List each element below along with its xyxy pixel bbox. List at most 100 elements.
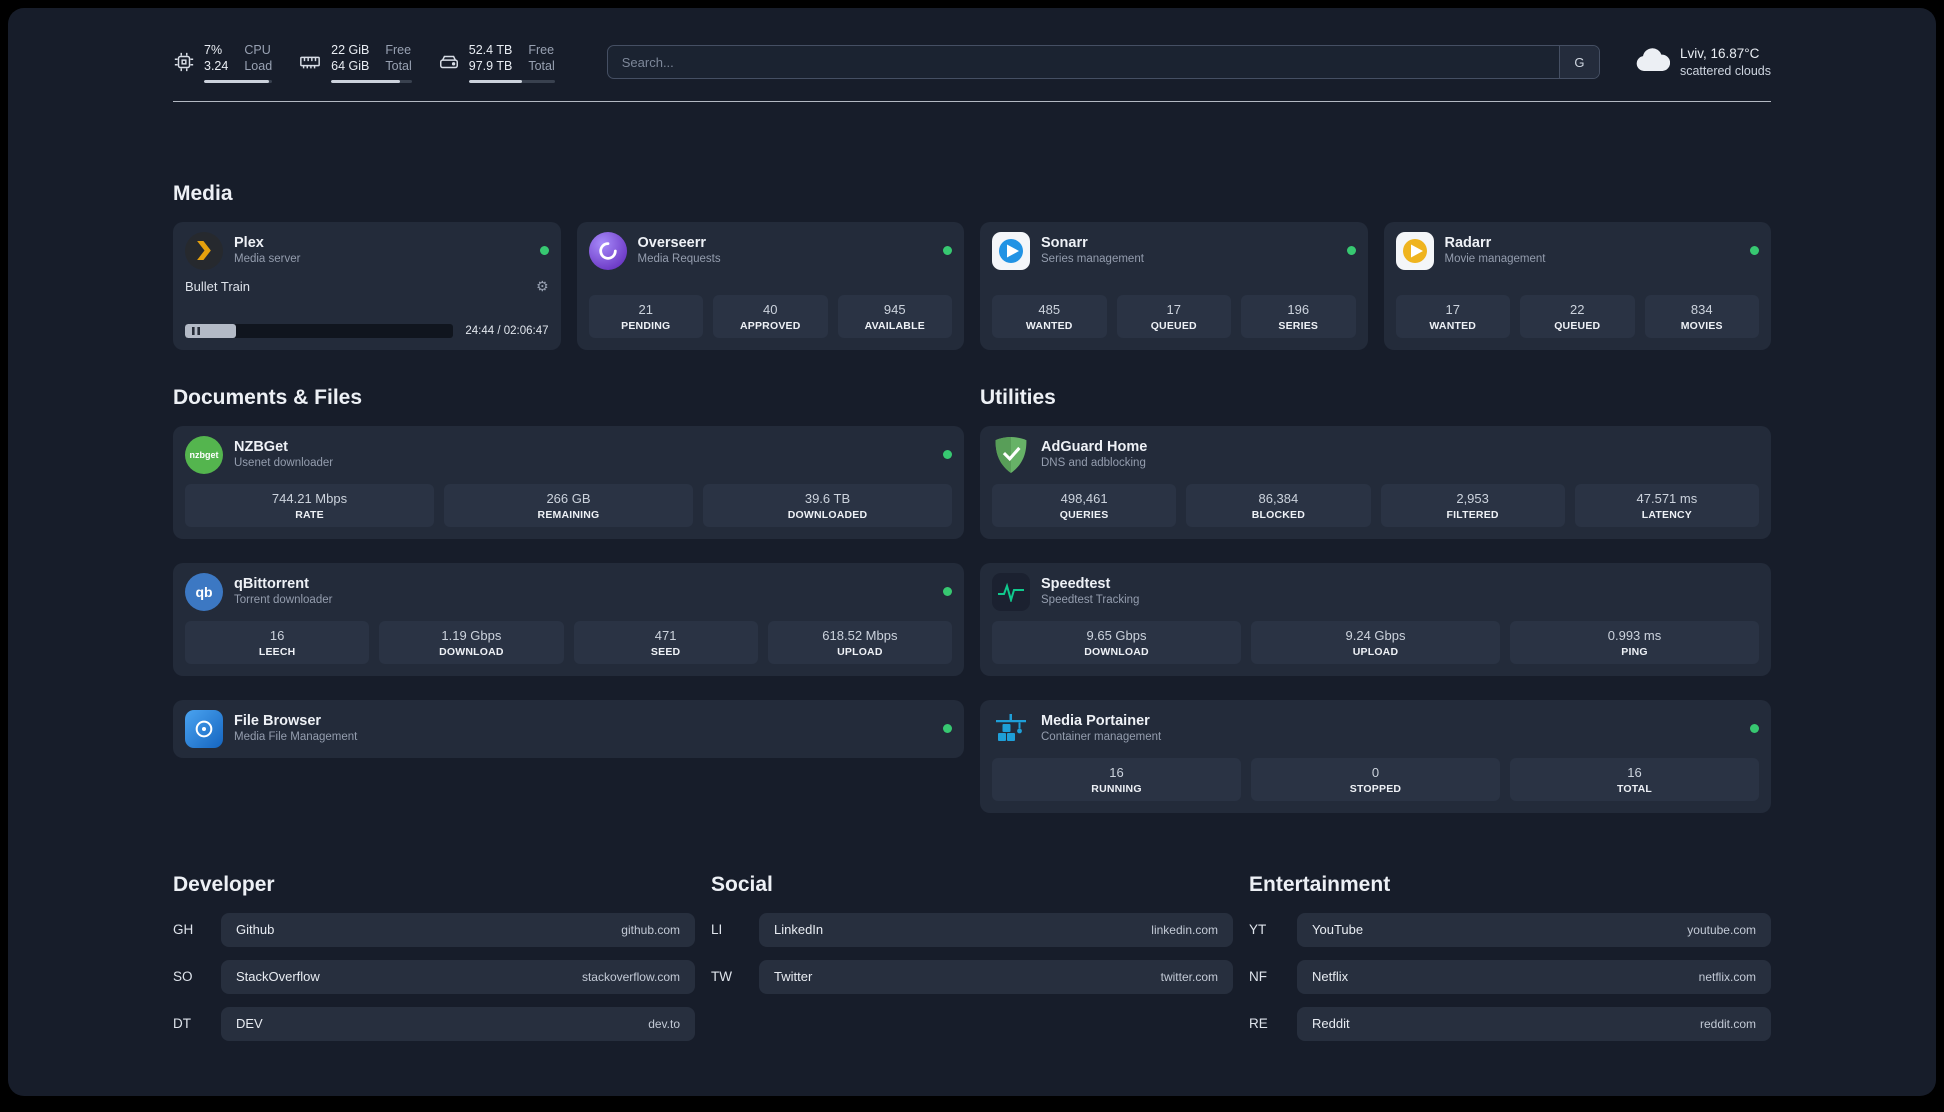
stat-value: 21 (638, 301, 653, 317)
card-plex: Plex Media server Bullet Train ⚙ 24:44 /… (173, 221, 561, 350)
portainer-header[interactable]: Media Portainer Container management (992, 710, 1759, 748)
bookmark-abbr: DT (173, 1016, 191, 1031)
search-input[interactable] (607, 46, 1559, 79)
qbittorrent-stats: 16 LEECH 1.19 Gbps DOWNLOAD 471 SEED 618… (185, 611, 952, 664)
stat-label: RUNNING (1091, 782, 1142, 795)
bookmark-url: github.com (621, 922, 680, 937)
bookmark-row: NF Netflix netflix.com (1249, 959, 1771, 994)
stat-value: 945 (883, 301, 906, 317)
bookmark-youtube[interactable]: YouTube youtube.com (1297, 912, 1771, 947)
stat-label: QUEUED (1554, 319, 1601, 332)
status-dot (943, 724, 952, 733)
status-dot (943, 587, 952, 596)
bookmark-name: StackOverflow (236, 969, 320, 984)
weather-widget: Lviv, 16.87°C scattered clouds (1634, 45, 1771, 80)
stat-label: LEECH (258, 645, 296, 658)
stat-label: DOWNLOADED (787, 508, 868, 521)
stat-label: SEED (650, 645, 681, 658)
bookmark-name: Github (236, 922, 275, 937)
stat-value: 16 (1109, 764, 1124, 780)
sonarr-header[interactable]: Sonarr Series management (992, 231, 1356, 270)
sonarr-icon (992, 231, 1030, 270)
ram-metric: 22 GiB 64 GiB Free Total (298, 42, 412, 83)
app-subtitle: Media server (234, 253, 301, 266)
cpu-icon (173, 51, 195, 73)
status-dot (539, 246, 549, 255)
search-engine-button[interactable]: G (1558, 46, 1599, 79)
plex-now-playing: Bullet Train ⚙ (185, 279, 549, 295)
disk-icon (438, 51, 460, 73)
stat-latency: 47.571 ms LATENCY (1574, 483, 1759, 527)
card-adguard: AdGuard Home DNS and adblocking 498,461 … (980, 425, 1771, 539)
nzbget-icon: nzbget (185, 435, 223, 474)
weather-location: Lviv, 16.87°C (1679, 45, 1760, 61)
adguard-header[interactable]: AdGuard Home DNS and adblocking (992, 436, 1759, 474)
speedtest-header[interactable]: Speedtest Speedtest Tracking (992, 572, 1759, 611)
stat-value: 9.65 Gbps (1086, 627, 1147, 643)
stat-label: PING (1621, 645, 1648, 658)
plex-progress-bar[interactable] (185, 323, 454, 338)
stat-approved: 40 APPROVED (713, 294, 828, 338)
app-subtitle: Speedtest Tracking (1041, 594, 1140, 607)
stat-value: 22 (1570, 301, 1585, 317)
bookmark-stackoverflow[interactable]: StackOverflow stackoverflow.com (221, 959, 695, 994)
app-subtitle: Torrent downloader (234, 594, 333, 607)
overseerr-header[interactable]: Overseerr Media Requests (588, 231, 952, 270)
bookmark-dev[interactable]: DEV dev.to (221, 1006, 695, 1041)
plex-header[interactable]: Plex Media server (185, 231, 549, 270)
stat-value: 40 (763, 301, 778, 317)
stat-label: MOVIES (1680, 319, 1723, 332)
status-dot (943, 246, 952, 255)
app-name: Sonarr (1041, 234, 1088, 251)
status-dot (1750, 724, 1759, 733)
app-name: File Browser (234, 712, 322, 729)
stat-label: APPROVED (739, 319, 801, 332)
radarr-icon (1395, 231, 1434, 270)
bookmark-github[interactable]: Github github.com (221, 912, 695, 947)
stat-stopped: 0 STOPPED (1251, 757, 1500, 801)
disk-metric: 52.4 TB 97.9 TB Free Total (438, 42, 555, 83)
utilities-column: Utilities AdGuard Home DNS and adblockin… (980, 386, 1771, 813)
stat-value: 498,461 (1060, 490, 1108, 506)
documents-column: Documents & Files nzbget NZBGet Usenet d… (173, 386, 964, 813)
pause-icon[interactable] (192, 326, 200, 335)
disk-values: 52.4 TB 97.9 TB (468, 43, 513, 74)
filebrowser-header[interactable]: File Browser Media File Management (185, 709, 952, 748)
stat-queries: 498,461 QUERIES (992, 483, 1177, 527)
bookmark-reddit[interactable]: Reddit reddit.com (1297, 1006, 1771, 1041)
plex-player: 24:44 / 02:06:47 (185, 315, 549, 338)
stat-value: 618.52 Mbps (822, 627, 898, 643)
stat-seed: 471 SEED (573, 620, 758, 664)
gear-icon[interactable]: ⚙ (536, 279, 549, 295)
app-name: NZBGet (234, 438, 288, 455)
stat-label: QUEUED (1150, 319, 1197, 332)
nzbget-header[interactable]: nzbget NZBGet Usenet downloader (185, 435, 952, 474)
stat-label: AVAILABLE (864, 319, 925, 332)
sonarr-stats: 485 WANTED 17 QUEUED 196 SERIES (992, 285, 1356, 338)
stat-wanted: 485 WANTED (992, 294, 1107, 338)
section-title-documents: Documents & Files (173, 385, 363, 409)
stat-label: DOWNLOAD (439, 645, 504, 658)
bookmark-twitter[interactable]: Twitter twitter.com (759, 959, 1233, 994)
bookmark-abbr: TW (711, 969, 732, 984)
card-sonarr: Sonarr Series management 485 WANTED 17 Q… (980, 221, 1368, 350)
stat-label: PENDING (621, 319, 671, 332)
stat-queued: 17 QUEUED (1116, 294, 1231, 338)
dashboard: 7% 3.24 CPU Load 22 GiB 64 GiB Free Tota… (8, 8, 1936, 1096)
stat-queued: 22 QUEUED (1520, 294, 1635, 338)
stat-label: SERIES (1278, 319, 1319, 332)
stat-rate: 744.21 Mbps RATE (185, 483, 434, 527)
stat-download: 9.65 Gbps DOWNLOAD (992, 620, 1241, 664)
qbittorrent-header[interactable]: qb qBittorrent Torrent downloader (185, 572, 952, 611)
ram-usage-bar (331, 79, 412, 83)
app-subtitle: Media File Management (234, 731, 358, 744)
stat-pending: 21 PENDING (588, 294, 703, 338)
radarr-header[interactable]: Radarr Movie management (1395, 231, 1759, 270)
overseerr-stats: 21 PENDING 40 APPROVED 945 AVAILABLE (588, 285, 952, 338)
bookmark-linkedin[interactable]: LinkedIn linkedin.com (759, 912, 1233, 947)
bookmark-abbr: LI (711, 922, 723, 937)
app-subtitle: Usenet downloader (234, 457, 334, 470)
stat-value: 196 (1287, 301, 1310, 317)
bookmark-netflix[interactable]: Netflix netflix.com (1297, 959, 1771, 994)
bookmark-name: Reddit (1312, 1016, 1350, 1031)
